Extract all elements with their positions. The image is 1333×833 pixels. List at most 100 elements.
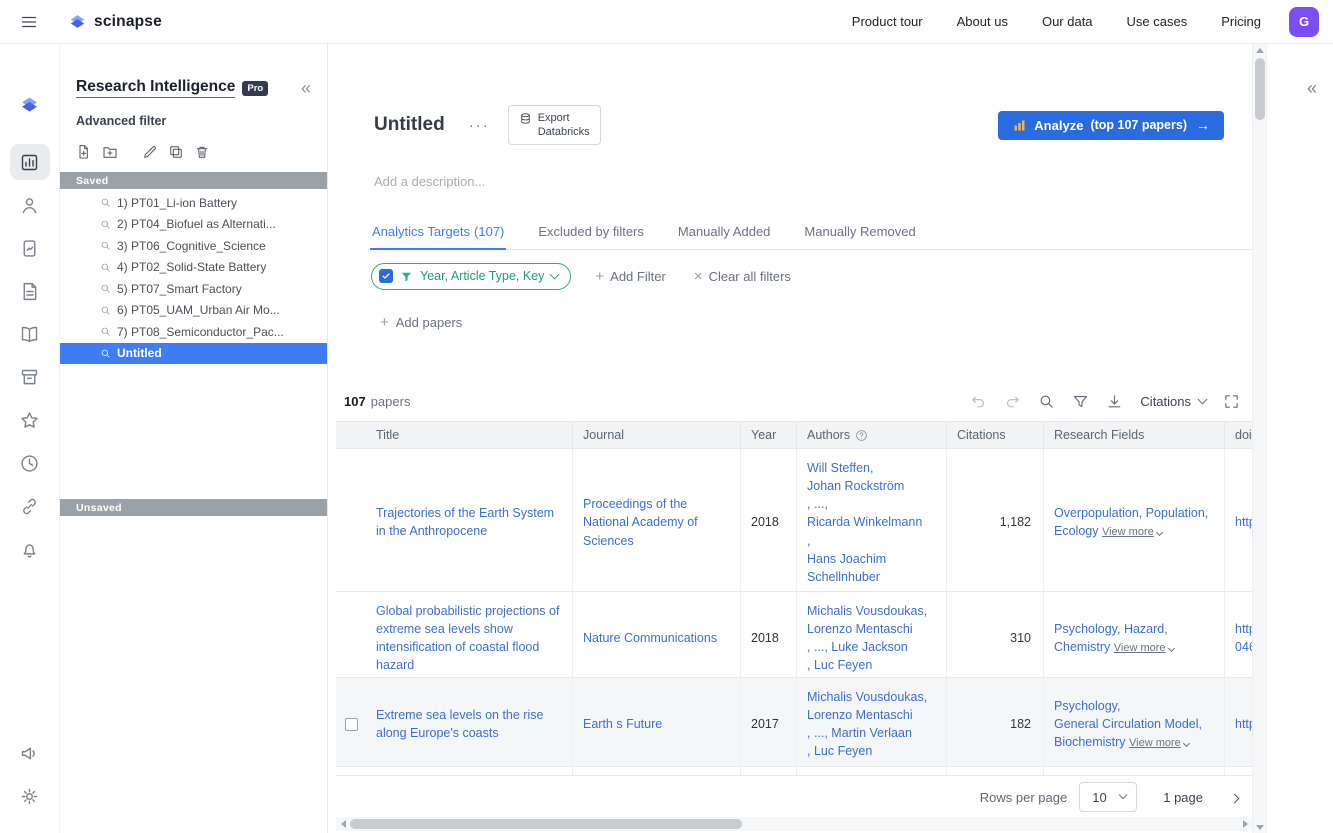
authors-links[interactable]: Michalis Vousdoukas, Lorenzo Mentaschi ,… [807, 602, 927, 675]
edit-icon[interactable] [142, 144, 158, 160]
brand-name: scinapse [94, 12, 162, 30]
nav-about-us[interactable]: About us [957, 14, 1008, 29]
description-placeholder[interactable]: Add a description... [374, 174, 1252, 190]
delete-icon[interactable] [194, 144, 210, 160]
active-filter-pill[interactable]: Year, Article Type, Key [371, 262, 572, 290]
doi-link[interactable]: http [1235, 715, 1252, 733]
sidebar-item-pt05[interactable]: 6) PT05_UAM_Urban Air Mo... [60, 300, 327, 322]
sidebar-item-pt01[interactable]: 1) PT01_Li-ion Battery [60, 192, 327, 214]
row-select-cell[interactable] [336, 449, 366, 596]
header-year[interactable]: Year [741, 422, 797, 448]
scinapse-mark-icon[interactable] [10, 86, 50, 122]
filter-icon[interactable] [1072, 393, 1089, 410]
journal-link[interactable]: Earth s Future [583, 715, 662, 733]
scroll-down-arrow[interactable] [1253, 821, 1267, 833]
view-more-link[interactable]: View more [1129, 737, 1190, 749]
scroll-left-arrow[interactable] [336, 817, 350, 831]
sidebar-item-untitled-selected[interactable]: Untitled [60, 342, 327, 364]
nav-use-cases[interactable]: Use cases [1127, 14, 1188, 29]
vertical-scroll-thumb[interactable] [1255, 58, 1265, 120]
sort-dropdown[interactable]: Citations [1140, 394, 1208, 409]
header-research-fields[interactable]: Research Fields [1044, 422, 1225, 448]
paper-title-link[interactable]: Global probabilistic projections of extr… [376, 602, 562, 675]
add-filter-button[interactable]: + Add Filter [595, 268, 665, 285]
tab-excluded-by-filters[interactable]: Excluded by filters [536, 224, 646, 249]
notifications-icon[interactable] [10, 531, 50, 567]
user-avatar[interactable]: G [1289, 6, 1319, 37]
tab-manually-removed[interactable]: Manually Removed [802, 224, 917, 249]
chevron-down-icon [1182, 739, 1190, 747]
row-checkbox[interactable] [344, 717, 358, 731]
header-authors[interactable]: Authors [797, 422, 947, 448]
settings-icon[interactable] [10, 778, 50, 814]
new-file-icon[interactable] [76, 144, 92, 160]
favorites-icon[interactable] [10, 402, 50, 438]
filter-checkbox-checked[interactable] [379, 269, 393, 283]
profile-icon[interactable] [10, 187, 50, 223]
paper-title-link[interactable]: Extreme sea levels on the rise along Eur… [376, 706, 562, 742]
doi-link[interactable]: http [1235, 513, 1252, 531]
sidebar-item-pt06[interactable]: 3) PT06_Cognitive_Science [60, 235, 327, 257]
sidebar-item-pt04[interactable]: 2) PT04_Biofuel as Alternati... [60, 214, 327, 236]
scroll-up-arrow[interactable] [1253, 44, 1267, 56]
horizontal-scroll-thumb[interactable] [350, 819, 742, 829]
clear-all-filters-button[interactable]: × Clear all filters [694, 268, 791, 285]
header-citations[interactable]: Citations [947, 422, 1044, 448]
scroll-right-arrow[interactable] [1238, 817, 1252, 831]
sidebar-item-pt08[interactable]: 7) PT08_Semiconductor_Pac... [60, 321, 327, 343]
paper-title-link[interactable]: Trajectories of the Earth System in the … [376, 504, 562, 540]
authors-links[interactable]: Michalis Vousdoukas, Lorenzo Mentaschi ,… [807, 688, 927, 761]
vertical-scrollbar[interactable] [1252, 44, 1266, 833]
redo-icon[interactable] [1004, 393, 1021, 410]
sidebar-collapse-icon[interactable]: « [301, 79, 311, 97]
fullscreen-icon[interactable] [1223, 393, 1240, 410]
journal-link[interactable]: Nature Communications [583, 629, 717, 647]
export-databricks-button[interactable]: Export Databricks [507, 104, 601, 146]
tab-analytics-targets[interactable]: Analytics Targets (107) [370, 224, 507, 250]
brand-logo[interactable]: scinapse [68, 12, 162, 31]
pagination-bar: Rows per page 10 1 page [336, 776, 1248, 818]
journal-link[interactable]: Proceedings of the National Academy of S… [583, 495, 730, 549]
row-select-cell[interactable] [336, 592, 366, 685]
header-doi[interactable]: doi [1225, 422, 1252, 448]
nav-product-tour[interactable]: Product tour [852, 14, 923, 29]
download-icon[interactable] [1106, 393, 1123, 410]
rows-per-page-select[interactable]: 10 [1079, 782, 1138, 812]
tab-manually-added[interactable]: Manually Added [676, 224, 773, 249]
header-journal[interactable]: Journal [573, 422, 741, 448]
horizontal-scrollbar[interactable] [336, 817, 1252, 831]
search-icon[interactable] [1038, 393, 1055, 410]
right-panel-collapse-icon[interactable]: « [1307, 78, 1317, 99]
view-more-link[interactable]: View more [1114, 642, 1175, 654]
view-more-link[interactable]: View more [1102, 526, 1163, 538]
table-row-clipped [336, 767, 1252, 776]
new-folder-icon[interactable] [102, 144, 118, 160]
nav-pricing[interactable]: Pricing [1221, 14, 1261, 29]
row-select-cell[interactable] [336, 678, 366, 771]
doi-link[interactable]: http 046 [1235, 620, 1252, 656]
papers-icon[interactable] [10, 273, 50, 309]
authors-links[interactable]: Will Steffen, Johan Rockström , ..., Ric… [807, 459, 936, 586]
duplicate-icon[interactable] [168, 144, 184, 160]
add-papers-button[interactable]: + Add papers [380, 314, 462, 331]
collections-icon[interactable] [10, 359, 50, 395]
research-intelligence-icon[interactable] [9, 144, 50, 180]
help-icon[interactable] [855, 429, 868, 442]
more-options-button[interactable]: ··· [469, 117, 490, 134]
link-icon[interactable] [10, 488, 50, 524]
analyze-button[interactable]: Analyze (top 107 papers) → [998, 110, 1224, 140]
next-page-button[interactable] [1229, 793, 1240, 803]
header-title[interactable]: Title [366, 422, 573, 448]
journals-icon[interactable] [10, 316, 50, 352]
sidebar-title: Research Intelligence [76, 78, 236, 98]
document-title[interactable]: Untitled [374, 114, 445, 136]
sidebar-item-pt07[interactable]: 5) PT07_Smart Factory [60, 278, 327, 300]
feedback-icon[interactable] [10, 735, 50, 771]
nav-our-data[interactable]: Our data [1042, 14, 1093, 29]
saved-list: 1) PT01_Li-ion Battery 2) PT04_Biofuel a… [60, 192, 327, 364]
device-analytics-icon[interactable] [10, 230, 50, 266]
history-icon[interactable] [10, 445, 50, 481]
sidebar-item-pt02[interactable]: 4) PT02_Solid-State Battery [60, 257, 327, 279]
hamburger-menu-icon[interactable] [0, 0, 58, 44]
undo-icon[interactable] [970, 393, 987, 410]
